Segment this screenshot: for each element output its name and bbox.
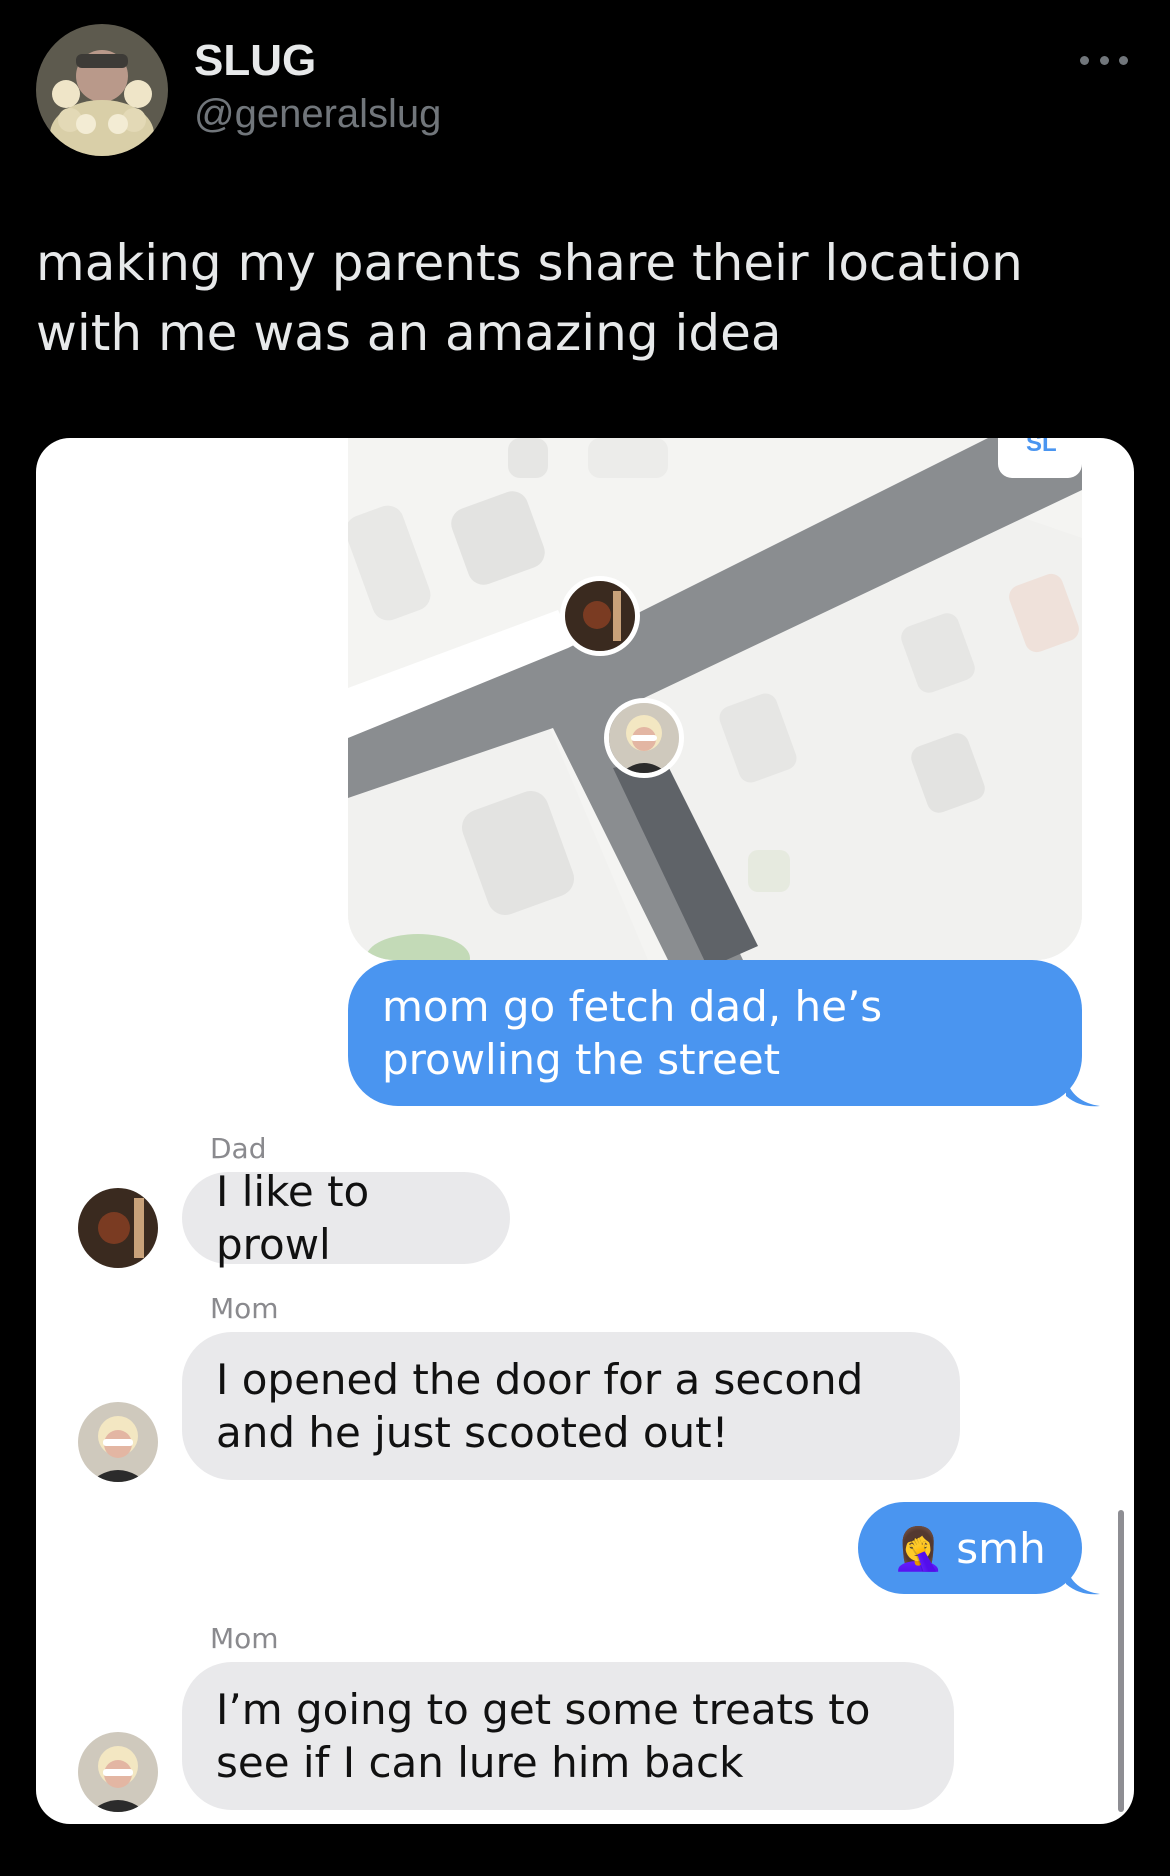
message-text: I opened the door for a second and he ju… [216, 1355, 864, 1457]
tweet-media-image[interactable]: SL mom go fetch dad, he’s prowling the s… [36, 438, 1134, 1824]
dad-avatar-icon [565, 581, 635, 651]
mom-avatar-icon [609, 703, 679, 773]
tweet-text: making my parents share their location w… [36, 234, 1023, 362]
map-illustration [348, 438, 1082, 960]
mom-avatar-icon [78, 1732, 158, 1812]
dot [1119, 55, 1128, 65]
bubble-tail-icon [1066, 1566, 1100, 1595]
location-map[interactable]: SL [348, 438, 1082, 960]
incoming-message[interactable]: I opened the door for a second and he ju… [182, 1332, 960, 1480]
mom-avatar[interactable] [78, 1402, 158, 1482]
sender-label-mom: Mom [210, 1622, 279, 1655]
mom-avatar-icon [78, 1402, 158, 1482]
incoming-message[interactable]: I’m going to get some treats to see if I… [182, 1662, 954, 1810]
dad-avatar-icon [78, 1188, 158, 1268]
mom-avatar[interactable] [78, 1732, 158, 1812]
author-name[interactable]: SLUG [194, 36, 316, 86]
sender-label-mom: Mom [210, 1292, 279, 1325]
scrollbar[interactable] [1118, 1510, 1124, 1812]
avatar-photo-icon [36, 24, 168, 156]
incoming-message[interactable]: I like to prowl [182, 1167, 510, 1269]
message-text: smh [956, 1523, 1046, 1573]
dot [1080, 55, 1089, 65]
dot [1099, 55, 1109, 65]
mom-location-pin[interactable] [604, 698, 684, 778]
sender-label-dad: Dad [210, 1132, 267, 1165]
bubble-tail-icon [1066, 1078, 1100, 1107]
map-corner-label: SL [1026, 438, 1057, 457]
dad-avatar[interactable] [78, 1188, 158, 1268]
facepalm-emoji-icon: 🤦‍♀️ [892, 1523, 945, 1573]
message-text: mom go fetch dad, he’s prowling the stre… [382, 982, 883, 1084]
message-text: I’m going to get some treats to see if I… [216, 1685, 871, 1787]
author-avatar[interactable] [36, 24, 168, 156]
author-handle[interactable]: @generalslug [194, 92, 441, 137]
dad-location-pin[interactable] [560, 576, 640, 656]
more-options-icon[interactable] [1080, 40, 1128, 80]
outgoing-message[interactable]: 🤦‍♀️ smh [858, 1502, 1082, 1594]
outgoing-message[interactable]: mom go fetch dad, he’s prowling the stre… [348, 960, 1082, 1106]
message-text: I like to prowl [216, 1167, 370, 1269]
